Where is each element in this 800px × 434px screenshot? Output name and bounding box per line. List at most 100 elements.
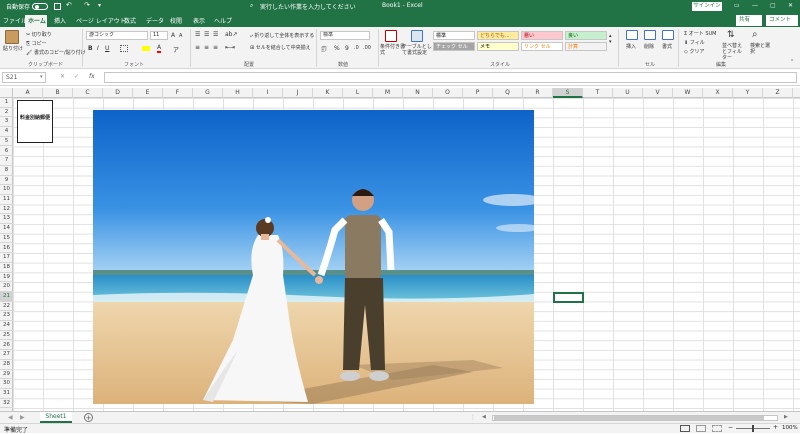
tab-file[interactable]: ファイル [3, 16, 27, 25]
scroll-right-icon[interactable]: ▶ [784, 414, 788, 420]
zoom-slider[interactable] [736, 425, 770, 432]
signin-button[interactable]: サインイン [692, 2, 722, 11]
style-normal[interactable]: 標準 [433, 31, 475, 40]
row-header-30[interactable]: 30 [0, 379, 13, 389]
format-as-table-icon[interactable] [411, 30, 423, 42]
underline-icon[interactable]: U [105, 45, 109, 52]
insert-cells-icon[interactable] [626, 30, 638, 40]
share-button[interactable]: 共有 [736, 15, 762, 26]
scroll-left-icon[interactable]: ◀ [482, 414, 486, 420]
column-header-m[interactable]: M [373, 88, 403, 98]
find-select-label[interactable]: 検索と選択 [750, 43, 770, 55]
phonetic-icon[interactable]: ア [173, 45, 179, 54]
style-neutral[interactable]: どちらでも... [477, 31, 519, 40]
row-header-6[interactable]: 6 [0, 147, 13, 157]
style-good[interactable]: 良い [565, 31, 607, 40]
styles-scroll-icon[interactable]: ▴ ▾ [609, 33, 612, 45]
style-bad[interactable]: 悪い [521, 31, 563, 40]
add-sheet-icon[interactable]: + [84, 413, 93, 422]
shrink-font-icon[interactable]: A [179, 33, 182, 39]
copy-button[interactable]: ⎘ コピー [26, 40, 47, 47]
collapse-ribbon-icon[interactable]: ⌃ [790, 59, 794, 65]
zoom-slider-thumb[interactable] [752, 425, 754, 432]
column-header-t[interactable]: T [583, 88, 613, 98]
selected-cell[interactable] [553, 292, 584, 303]
cut-button[interactable]: ✂ 切り取り [26, 31, 52, 38]
tab-page-layout[interactable]: ページ レイアウト [76, 16, 126, 25]
find-select-icon[interactable]: ⌕ [752, 29, 758, 40]
zoom-level[interactable]: 100% [782, 425, 798, 431]
column-header-n[interactable]: N [403, 88, 433, 98]
row-header-18[interactable]: 18 [0, 263, 13, 273]
row-header-29[interactable]: 29 [0, 370, 13, 380]
font-color-icon[interactable]: A [157, 44, 162, 53]
autosum-button[interactable]: Σ オート SUM [684, 30, 717, 37]
page-break-view-icon[interactable] [712, 425, 722, 432]
tab-data[interactable]: データ [146, 16, 164, 25]
wrap-text-button[interactable]: ⤶ 折り返して全体を表示する [250, 32, 314, 39]
column-header-o[interactable]: O [433, 88, 463, 98]
format-as-table-label[interactable]: テーブルとして書式設定 [402, 44, 432, 56]
row-header-31[interactable]: 31 [0, 389, 13, 399]
row-header-16[interactable]: 16 [0, 244, 13, 254]
tab-home[interactable]: ホーム [28, 16, 46, 25]
borders-icon[interactable] [120, 45, 128, 52]
insert-cells-label[interactable]: 挿入 [626, 43, 636, 50]
row-header-26[interactable]: 26 [0, 341, 13, 351]
close-icon[interactable]: ✕ [788, 2, 793, 9]
row-header-5[interactable]: 5 [0, 137, 13, 147]
indent-icon[interactable]: ⇤⇥ [225, 44, 235, 51]
row-header-23[interactable]: 23 [0, 311, 13, 322]
page-layout-view-icon[interactable] [696, 425, 706, 432]
column-header-z[interactable]: Z [763, 88, 793, 98]
tab-split-handle-icon[interactable]: ⋮ [470, 414, 476, 421]
font-size-select[interactable]: 11 [150, 31, 168, 40]
comment-button[interactable]: コメント [766, 15, 798, 26]
fill-button[interactable]: ⬇ フィル [684, 39, 705, 46]
column-header-a[interactable]: A [13, 88, 43, 98]
cancel-entry-icon[interactable]: ✕ [60, 73, 65, 80]
format-cells-icon[interactable] [662, 30, 674, 40]
redo-icon[interactable]: ↷ [84, 1, 90, 9]
row-header-20[interactable]: 20 [0, 282, 13, 292]
increase-decimal-icon[interactable]: .0 [354, 45, 359, 51]
zoom-out-icon[interactable]: − [728, 424, 733, 431]
align-left-icon[interactable]: ≡ [195, 44, 200, 51]
row-header-3[interactable]: 3 [0, 117, 13, 128]
prev-sheet-icon[interactable]: ◀ [8, 414, 13, 421]
percent-icon[interactable]: % [334, 45, 340, 52]
decrease-decimal-icon[interactable]: .00 [363, 45, 371, 51]
autosave-toggle[interactable] [32, 3, 48, 10]
beach-wedding-photo[interactable] [93, 110, 534, 404]
style-check-cell[interactable]: チェック セル [433, 42, 475, 51]
customize-qat-icon[interactable]: ▾ [98, 2, 101, 9]
comma-icon[interactable]: 9 [345, 45, 349, 52]
style-note[interactable]: メモ [477, 42, 519, 51]
tab-help[interactable]: ヘルプ [214, 16, 232, 25]
column-header-u[interactable]: U [613, 88, 643, 98]
row-header-12[interactable]: 12 [0, 205, 13, 215]
row-header-7[interactable]: 7 [0, 156, 13, 166]
column-header-q[interactable]: Q [493, 88, 523, 98]
column-header-c[interactable]: C [73, 88, 103, 98]
search-box[interactable]: 実行したい作業を入力してください [260, 2, 356, 11]
row-header-1[interactable]: 1 [0, 98, 13, 108]
italic-icon[interactable]: I [97, 45, 99, 52]
formula-input[interactable] [104, 72, 797, 83]
undo-icon[interactable]: ↶ [66, 1, 72, 9]
sort-filter-icon[interactable]: ⇅ [727, 30, 735, 40]
sheet-tab-sheet1[interactable]: Sheet1 [40, 412, 72, 423]
row-header-9[interactable]: 9 [0, 176, 13, 186]
row-header-21[interactable]: 21 [0, 292, 13, 302]
row-header-25[interactable]: 25 [0, 331, 13, 341]
ribbon-display-icon[interactable]: ▭ [734, 2, 740, 9]
save-icon[interactable] [54, 3, 61, 10]
column-header-f[interactable]: F [163, 88, 193, 98]
minimize-icon[interactable]: — [752, 2, 758, 9]
maximize-icon[interactable]: ▢ [770, 2, 776, 9]
name-box-dropdown-icon[interactable]: ▾ [40, 74, 43, 80]
format-cells-label[interactable]: 書式 [662, 43, 672, 50]
row-header-14[interactable]: 14 [0, 224, 13, 234]
column-header-y[interactable]: Y [733, 88, 763, 98]
sort-filter-label[interactable]: 並べ替えとフィルター [722, 43, 746, 61]
